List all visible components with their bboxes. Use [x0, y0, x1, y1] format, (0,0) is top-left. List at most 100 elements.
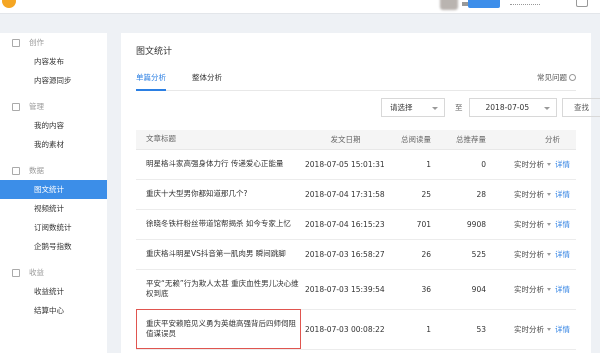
sidebar-item-revenue-stats[interactable]: 收益统计 — [0, 282, 107, 301]
table-header: 文章标题 发文日期 总阅读量 总推荐量 分析 — [136, 130, 576, 149]
chevron-down-icon — [547, 253, 551, 256]
sidebar-item-sync[interactable]: 内容源同步 — [0, 71, 107, 90]
logo-icon — [2, 0, 16, 8]
row-analysis: 实时分析 详情 — [496, 269, 576, 309]
sidebar-group-revenue: 收益 — [0, 263, 107, 282]
sidebar-group-data: 数据 — [0, 161, 107, 180]
realtime-analysis-dropdown[interactable]: 实时分析 — [514, 250, 544, 259]
table-row: 重庆格斗明星VS抖音第一肌肉男 瞬间跳脚 2018-07-03 16:58:27… — [136, 239, 576, 269]
account-button[interactable] — [468, 0, 500, 8]
row-analysis: 实时分析 详情 — [496, 149, 576, 179]
realtime-analysis-dropdown[interactable]: 实时分析 — [514, 220, 544, 229]
sidebar-group-label: 创作 — [29, 37, 44, 48]
table-row: 重庆十大型男你都知道那几个? 2018-07-04 17:31:58 25 28… — [136, 179, 576, 209]
col-date: 发文日期 — [301, 130, 386, 149]
row-analysis: 实时分析 详情 — [496, 179, 576, 209]
sidebar-group-manage: 管理 — [0, 97, 107, 116]
chevron-down-icon — [547, 163, 551, 166]
search-button[interactable]: 查找 — [562, 98, 600, 117]
col-title: 文章标题 — [136, 130, 301, 149]
message-icon[interactable] — [576, 0, 588, 7]
chevron-down-icon — [547, 288, 551, 291]
sidebar-group-label: 数据 — [29, 165, 44, 176]
sidebar-item-penguin-index[interactable]: 企鹅号指数 — [0, 237, 107, 256]
row-analysis: 实时分析 详情 — [496, 239, 576, 269]
row-date: 2018-07-04 16:15:23 — [301, 209, 386, 239]
row-title[interactable]: 平安“无赖”行为欺人太甚 重庆血性男儿决心维权到底 — [136, 269, 301, 309]
range-separator: 至 — [455, 102, 463, 113]
col-reads: 总阅读量 — [386, 130, 441, 149]
sidebar-item-publish[interactable]: 内容发布 — [0, 52, 107, 71]
row-analysis: 实时分析 详情 — [496, 309, 576, 349]
row-recommends: 28 — [441, 179, 496, 209]
row-title-highlighted[interactable]: 重庆平安赖赔见义勇为英雄高强背后四师伺阻值谋误员 — [136, 309, 301, 349]
sidebar-item-subscriber-stats[interactable]: 订阅数统计 — [0, 218, 107, 237]
col-analysis: 分析 — [496, 130, 576, 149]
tab-single-analysis[interactable]: 单篇分析 — [136, 72, 166, 91]
row-title[interactable]: 明星格斗家高强身体力行 传递爱心正能量 — [136, 149, 301, 179]
sidebar-item-my-content[interactable]: 我的内容 — [0, 116, 107, 135]
chevron-down-icon — [547, 193, 551, 196]
realtime-analysis-dropdown[interactable]: 实时分析 — [514, 190, 544, 199]
row-date: 2018-07-04 17:31:58 — [301, 179, 386, 209]
article-select[interactable]: 请选择 — [381, 98, 445, 117]
row-date: 2018-07-03 16:58:27 — [301, 239, 386, 269]
sidebar-item-settlement[interactable]: 结算中心 — [0, 301, 107, 320]
row-recommends: 525 — [441, 239, 496, 269]
row-reads: 25 — [386, 179, 441, 209]
row-reads: 26 — [386, 239, 441, 269]
tab-overall-analysis[interactable]: 整体分析 — [192, 72, 222, 91]
table-row: 明星格斗家高强身体力行 传递爱心正能量 2018-07-05 15:01:31 … — [136, 149, 576, 179]
table-row: 徐晓冬铁杆粉丝带道馆帮揭杀 如今专家上忆 2018-07-04 16:15:23… — [136, 209, 576, 239]
row-recommends: 53 — [441, 309, 496, 349]
article-select-value: 请选择 — [390, 102, 413, 113]
row-reads: 36 — [386, 269, 441, 309]
row-date: 2018-07-03 15:39:54 — [301, 269, 386, 309]
main-panel: 图文统计 单篇分析 整体分析 常见问题 请选择 至 2018-07-05 查找 … — [121, 33, 591, 353]
realtime-analysis-dropdown[interactable]: 实时分析 — [514, 285, 544, 294]
sidebar-group-label: 收益 — [29, 267, 44, 278]
table-row: 重庆平安赖赔见义勇为英雄高强背后四师伺阻值谋误员 2018-07-03 00:0… — [136, 309, 576, 349]
realtime-analysis-dropdown[interactable]: 实时分析 — [514, 160, 544, 169]
chevron-down-icon — [547, 328, 551, 331]
help-link[interactable]: 常见问题 — [537, 72, 576, 83]
realtime-analysis-dropdown[interactable]: 实时分析 — [514, 325, 544, 334]
folder-icon — [12, 103, 20, 111]
detail-link[interactable]: 详情 — [555, 250, 570, 259]
chevron-down-icon — [432, 107, 438, 110]
row-analysis: 实时分析 详情 — [496, 209, 576, 239]
detail-link[interactable]: 详情 — [555, 285, 570, 294]
detail-link[interactable]: 详情 — [555, 325, 570, 334]
stats-table: 文章标题 发文日期 总阅读量 总推荐量 分析 明星格斗家高强身体力行 传递爱心正… — [136, 130, 576, 350]
end-date-value: 2018-07-05 — [486, 103, 530, 112]
sidebar-group-label: 管理 — [29, 101, 44, 112]
sidebar-item-article-stats[interactable]: 图文统计 — [0, 180, 107, 199]
detail-link[interactable]: 详情 — [555, 220, 570, 229]
row-date: 2018-07-05 15:01:31 — [301, 149, 386, 179]
sidebar: 创作 内容发布 内容源同步 管理 我的内容 我的素材 数据 图文统计 视频统计 … — [0, 33, 107, 353]
detail-link[interactable]: 详情 — [555, 160, 570, 169]
sidebar-item-video-stats[interactable]: 视频统计 — [0, 199, 107, 218]
end-date-picker[interactable]: 2018-07-05 — [469, 98, 557, 117]
notification-link[interactable] — [510, 4, 540, 6]
sidebar-item-my-assets[interactable]: 我的素材 — [0, 135, 107, 154]
detail-link[interactable]: 详情 — [555, 190, 570, 199]
row-reads: 1 — [386, 309, 441, 349]
help-label: 常见问题 — [537, 72, 567, 83]
row-recommends: 0 — [441, 149, 496, 179]
avatar[interactable] — [440, 0, 458, 10]
col-recommends: 总推荐量 — [441, 130, 496, 149]
chevron-down-icon — [544, 107, 550, 110]
row-recommends: 904 — [441, 269, 496, 309]
filter-bar: 请选择 至 2018-07-05 查找 — [381, 98, 600, 117]
row-recommends: 9908 — [441, 209, 496, 239]
row-title[interactable]: 徐晓冬铁杆粉丝带道馆帮揭杀 如今专家上忆 — [136, 209, 301, 239]
row-title[interactable]: 重庆十大型男你都知道那几个? — [136, 179, 301, 209]
sidebar-group-create: 创作 — [0, 33, 107, 52]
coin-icon — [12, 269, 20, 277]
tab-bar: 单篇分析 整体分析 — [136, 72, 576, 91]
help-icon — [569, 74, 576, 81]
chart-icon — [12, 167, 20, 175]
row-title[interactable]: 重庆格斗明星VS抖音第一肌肉男 瞬间跳脚 — [136, 239, 301, 269]
row-reads: 701 — [386, 209, 441, 239]
